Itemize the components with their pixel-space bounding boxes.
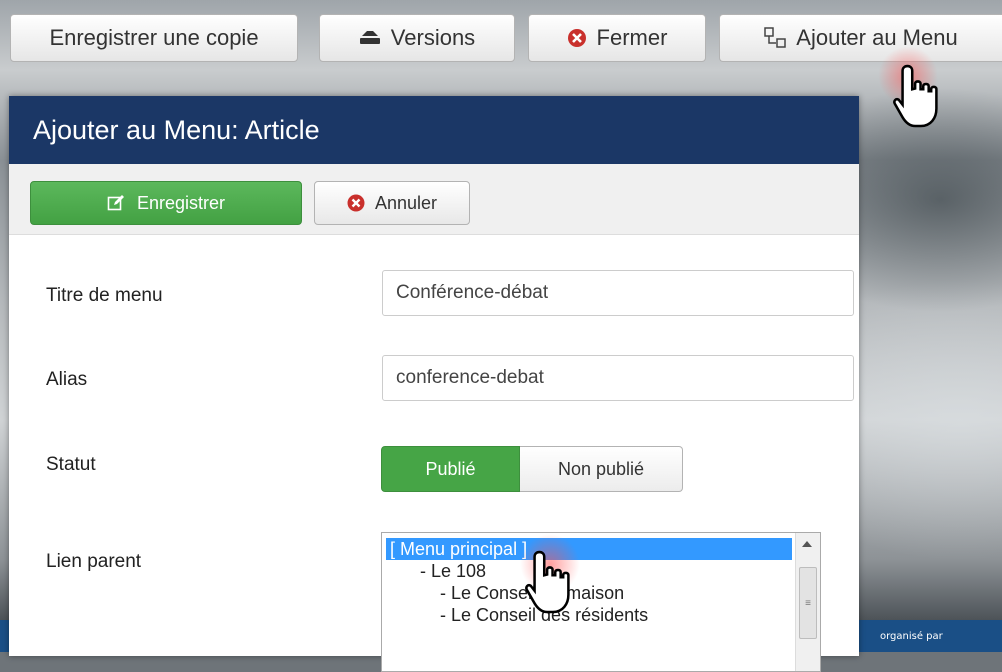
list-item[interactable]: - Le 108 [382,560,820,582]
list-item[interactable]: - Le Conseil de maison [382,582,820,604]
menu-tree-icon [764,27,787,49]
status-published-option[interactable]: Publié [381,446,520,492]
parent-link-listbox[interactable]: [ Menu principal ] - Le 108 - Le Conseil… [381,532,821,672]
cancel-label: Annuler [374,192,438,213]
hand-cursor-icon [522,548,580,623]
cancel-circle-icon [347,194,365,212]
edit-icon [107,194,125,212]
close-label: Fermer [596,25,668,50]
list-item[interactable]: [ Menu principal ] [386,538,792,560]
menu-title-label: Titre de menu [46,285,163,306]
modal-header: Ajouter au Menu: Article [9,96,859,164]
add-to-menu-modal: Ajouter au Menu: Article Enregistrer Ann… [9,96,859,672]
hand-cursor-icon [890,62,948,137]
close-circle-icon [567,28,587,48]
save-copy-label: Enregistrer une copie [49,25,259,50]
close-button[interactable]: Fermer [528,14,706,62]
list-item[interactable]: - Le Conseil des résidents [382,604,820,626]
save-button[interactable]: Enregistrer [30,181,302,225]
status-unpublished-option[interactable]: Non publié [520,446,683,492]
modal-title: Ajouter au Menu: Article [33,114,320,145]
status-label: Statut [46,454,96,475]
menu-title-input[interactable]: Conférence-débat [382,270,854,316]
alias-label: Alias [46,369,88,390]
save-copy-button[interactable]: Enregistrer une copie [10,14,298,62]
versions-icon [359,30,381,46]
parent-link-label: Lien parent [46,551,142,572]
versions-label: Versions [390,25,476,50]
versions-button[interactable]: Versions [319,14,515,62]
modal-toolbar: Enregistrer Annuler [9,164,859,235]
scroll-thumb[interactable]: ≡ [799,567,817,639]
status-toggle: Publié Non publié [381,446,683,492]
alias-input[interactable]: conference-debat [382,355,854,401]
cancel-button[interactable]: Annuler [314,181,470,225]
add-to-menu-button[interactable]: Ajouter au Menu [719,14,1002,62]
save-label: Enregistrer [136,192,226,213]
add-to-menu-label: Ajouter au Menu [796,25,958,50]
scroll-up-arrow-icon[interactable] [802,541,812,547]
footer-text: organisé par [880,631,943,642]
listbox-scrollbar[interactable]: ≡ [795,533,820,671]
